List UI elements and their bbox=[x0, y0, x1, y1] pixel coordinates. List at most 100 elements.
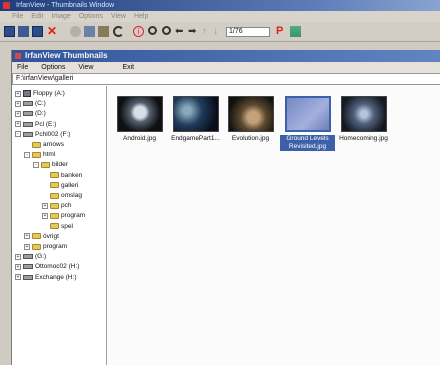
next-arrow-icon[interactable]: ➡ bbox=[188, 26, 199, 37]
folder-icon bbox=[50, 172, 59, 179]
thumbnail-grid: Android.jpg EndgamePart1... Evolution.jpg G… bbox=[108, 86, 440, 365]
tree-node-label: Floppy (A:) bbox=[33, 90, 65, 97]
tree-node-label: pch bbox=[61, 202, 72, 210]
tree-node-label: html bbox=[43, 151, 56, 159]
thumbnail-item[interactable]: EndgamePart1... bbox=[168, 96, 223, 143]
outer-menu-options[interactable]: Options bbox=[79, 11, 103, 22]
folder-tree[interactable]: + Floppy (A:) + (C:) + (D:) + Pcl (E:) - Pchl002 … bbox=[12, 86, 107, 365]
folder-icon bbox=[50, 202, 59, 209]
tree-node[interactable]: - bilder bbox=[33, 160, 68, 169]
save-icon[interactable] bbox=[18, 26, 29, 37]
tree-node[interactable]: + (C:) bbox=[15, 99, 46, 108]
expand-icon[interactable]: + bbox=[42, 202, 48, 209]
expand-icon[interactable]: + bbox=[15, 100, 21, 107]
tree-node[interactable]: - Pchl002 (F:) bbox=[15, 130, 70, 139]
outer-menu-help[interactable]: Help bbox=[134, 11, 148, 22]
collapse-icon[interactable]: - bbox=[33, 161, 39, 168]
tree-node[interactable]: + övrigt bbox=[24, 232, 59, 241]
image-icon[interactable] bbox=[290, 26, 301, 37]
thumbnails-menu-view[interactable]: View bbox=[78, 62, 93, 73]
folder-icon bbox=[32, 151, 41, 158]
thumbnail-caption: Evolution.jpg bbox=[231, 135, 270, 142]
thumbnails-menu-options[interactable]: Options bbox=[41, 62, 65, 73]
tree-node[interactable]: + Pcl (E:) bbox=[15, 120, 56, 129]
tree-node[interactable]: + (D:) bbox=[15, 109, 46, 118]
tree-node[interactable]: banken bbox=[42, 171, 82, 180]
paste-icon[interactable] bbox=[98, 26, 109, 37]
outer-title-text: IrfanView - Thumbnails Window bbox=[16, 2, 115, 9]
expand-icon[interactable]: + bbox=[15, 121, 21, 128]
tree-node[interactable]: + Ottomoc02 (H:) bbox=[15, 262, 79, 271]
thumbnail-image[interactable] bbox=[116, 96, 163, 132]
thumbnail-item[interactable]: Android.jpg bbox=[112, 96, 167, 143]
thumbnail-item[interactable]: Ground Levels Revisited.jpg bbox=[280, 96, 335, 151]
thumbnail-item[interactable]: Evolution.jpg bbox=[223, 96, 278, 143]
tree-node-label: (D:) bbox=[35, 110, 46, 118]
thumbnail-caption: Android.jpg bbox=[123, 135, 156, 142]
tree-node[interactable]: + program bbox=[42, 211, 85, 220]
zoom-in-icon[interactable] bbox=[148, 26, 157, 35]
tree-node-label: övrigt bbox=[43, 232, 59, 240]
tree-node-label: spel bbox=[61, 222, 73, 230]
tree-node[interactable]: spel bbox=[42, 222, 73, 231]
drive-icon bbox=[23, 274, 33, 280]
expand-icon[interactable]: + bbox=[24, 243, 30, 250]
tree-node-label: Exchange (H:) bbox=[35, 273, 77, 281]
expand-icon[interactable]: + bbox=[15, 274, 21, 281]
info-icon[interactable]: i bbox=[133, 26, 144, 37]
tree-node[interactable]: + program bbox=[24, 242, 67, 251]
tree-node-label: arnows bbox=[43, 141, 64, 148]
expand-icon[interactable]: + bbox=[42, 212, 48, 219]
paint-icon[interactable]: P bbox=[276, 26, 287, 37]
path-input[interactable]: F:\irfanView\galleri bbox=[12, 73, 440, 85]
outer-menu-file[interactable]: File bbox=[12, 11, 23, 22]
drive-icon bbox=[23, 264, 33, 270]
thumbnails-menu-file[interactable]: File bbox=[17, 62, 28, 73]
last-page-icon[interactable]: ↓ bbox=[213, 26, 224, 37]
tree-node[interactable]: + Exchange (H:) bbox=[15, 273, 77, 282]
tree-node-label: bilder bbox=[52, 161, 68, 169]
copy-icon[interactable] bbox=[84, 26, 95, 37]
outer-menu-image[interactable]: Image bbox=[51, 11, 70, 22]
tree-node[interactable]: + pch bbox=[42, 201, 71, 210]
thumbnails-menu-exit[interactable]: Exit bbox=[122, 62, 134, 73]
thumbnail-caption: EndgamePart1... bbox=[171, 135, 220, 142]
drive-icon bbox=[23, 101, 33, 107]
expand-icon[interactable]: + bbox=[24, 233, 30, 240]
expand-icon[interactable]: + bbox=[15, 253, 21, 260]
zoom-out-icon[interactable] bbox=[162, 26, 171, 35]
delete-icon[interactable]: ✕ bbox=[47, 25, 58, 37]
thumbnail-image[interactable] bbox=[340, 96, 387, 132]
tree-node[interactable]: + Floppy (A:) bbox=[15, 89, 65, 98]
tree-node[interactable]: omslag bbox=[42, 191, 82, 200]
folder-icon bbox=[32, 141, 41, 148]
expand-icon[interactable]: + bbox=[15, 263, 21, 270]
expand-icon[interactable]: + bbox=[15, 90, 21, 97]
thumbnail-item[interactable]: Homecoming.jpg bbox=[336, 96, 391, 143]
outer-menu-view[interactable]: View bbox=[111, 11, 126, 22]
undo-icon[interactable] bbox=[113, 26, 124, 37]
irfanview-app-icon bbox=[3, 2, 10, 9]
thumbnail-image[interactable] bbox=[227, 96, 274, 132]
first-page-icon[interactable]: ↑ bbox=[202, 26, 213, 37]
tree-node[interactable]: - html bbox=[24, 150, 55, 159]
outer-menu-edit[interactable]: Edit bbox=[31, 11, 43, 22]
thumbnails-app-icon bbox=[15, 53, 21, 59]
tree-node[interactable]: arnows bbox=[24, 140, 64, 149]
open-folder-icon[interactable] bbox=[4, 26, 15, 37]
tree-node[interactable]: + (G:) bbox=[15, 252, 46, 261]
thumbnail-image[interactable] bbox=[172, 96, 219, 132]
collapse-icon[interactable]: - bbox=[15, 131, 21, 138]
thumbnail-image[interactable] bbox=[284, 96, 331, 132]
expand-icon[interactable]: + bbox=[15, 110, 21, 117]
save-as-icon[interactable] bbox=[32, 26, 43, 37]
thumbnail-caption: Homecoming.jpg bbox=[339, 135, 388, 142]
floppy-icon bbox=[23, 90, 31, 97]
tree-node[interactable]: galleri bbox=[42, 181, 78, 190]
collapse-icon[interactable]: - bbox=[24, 151, 30, 158]
outer-window: IrfanView - Thumbnails Window File Edit … bbox=[0, 0, 440, 365]
outer-menu-bar: File Edit Image Options View Help bbox=[0, 11, 440, 22]
tree-node-label: Ottomoc02 (H:) bbox=[35, 263, 80, 271]
cut-icon[interactable] bbox=[70, 26, 81, 37]
previous-arrow-icon[interactable]: ⬅ bbox=[175, 26, 186, 37]
